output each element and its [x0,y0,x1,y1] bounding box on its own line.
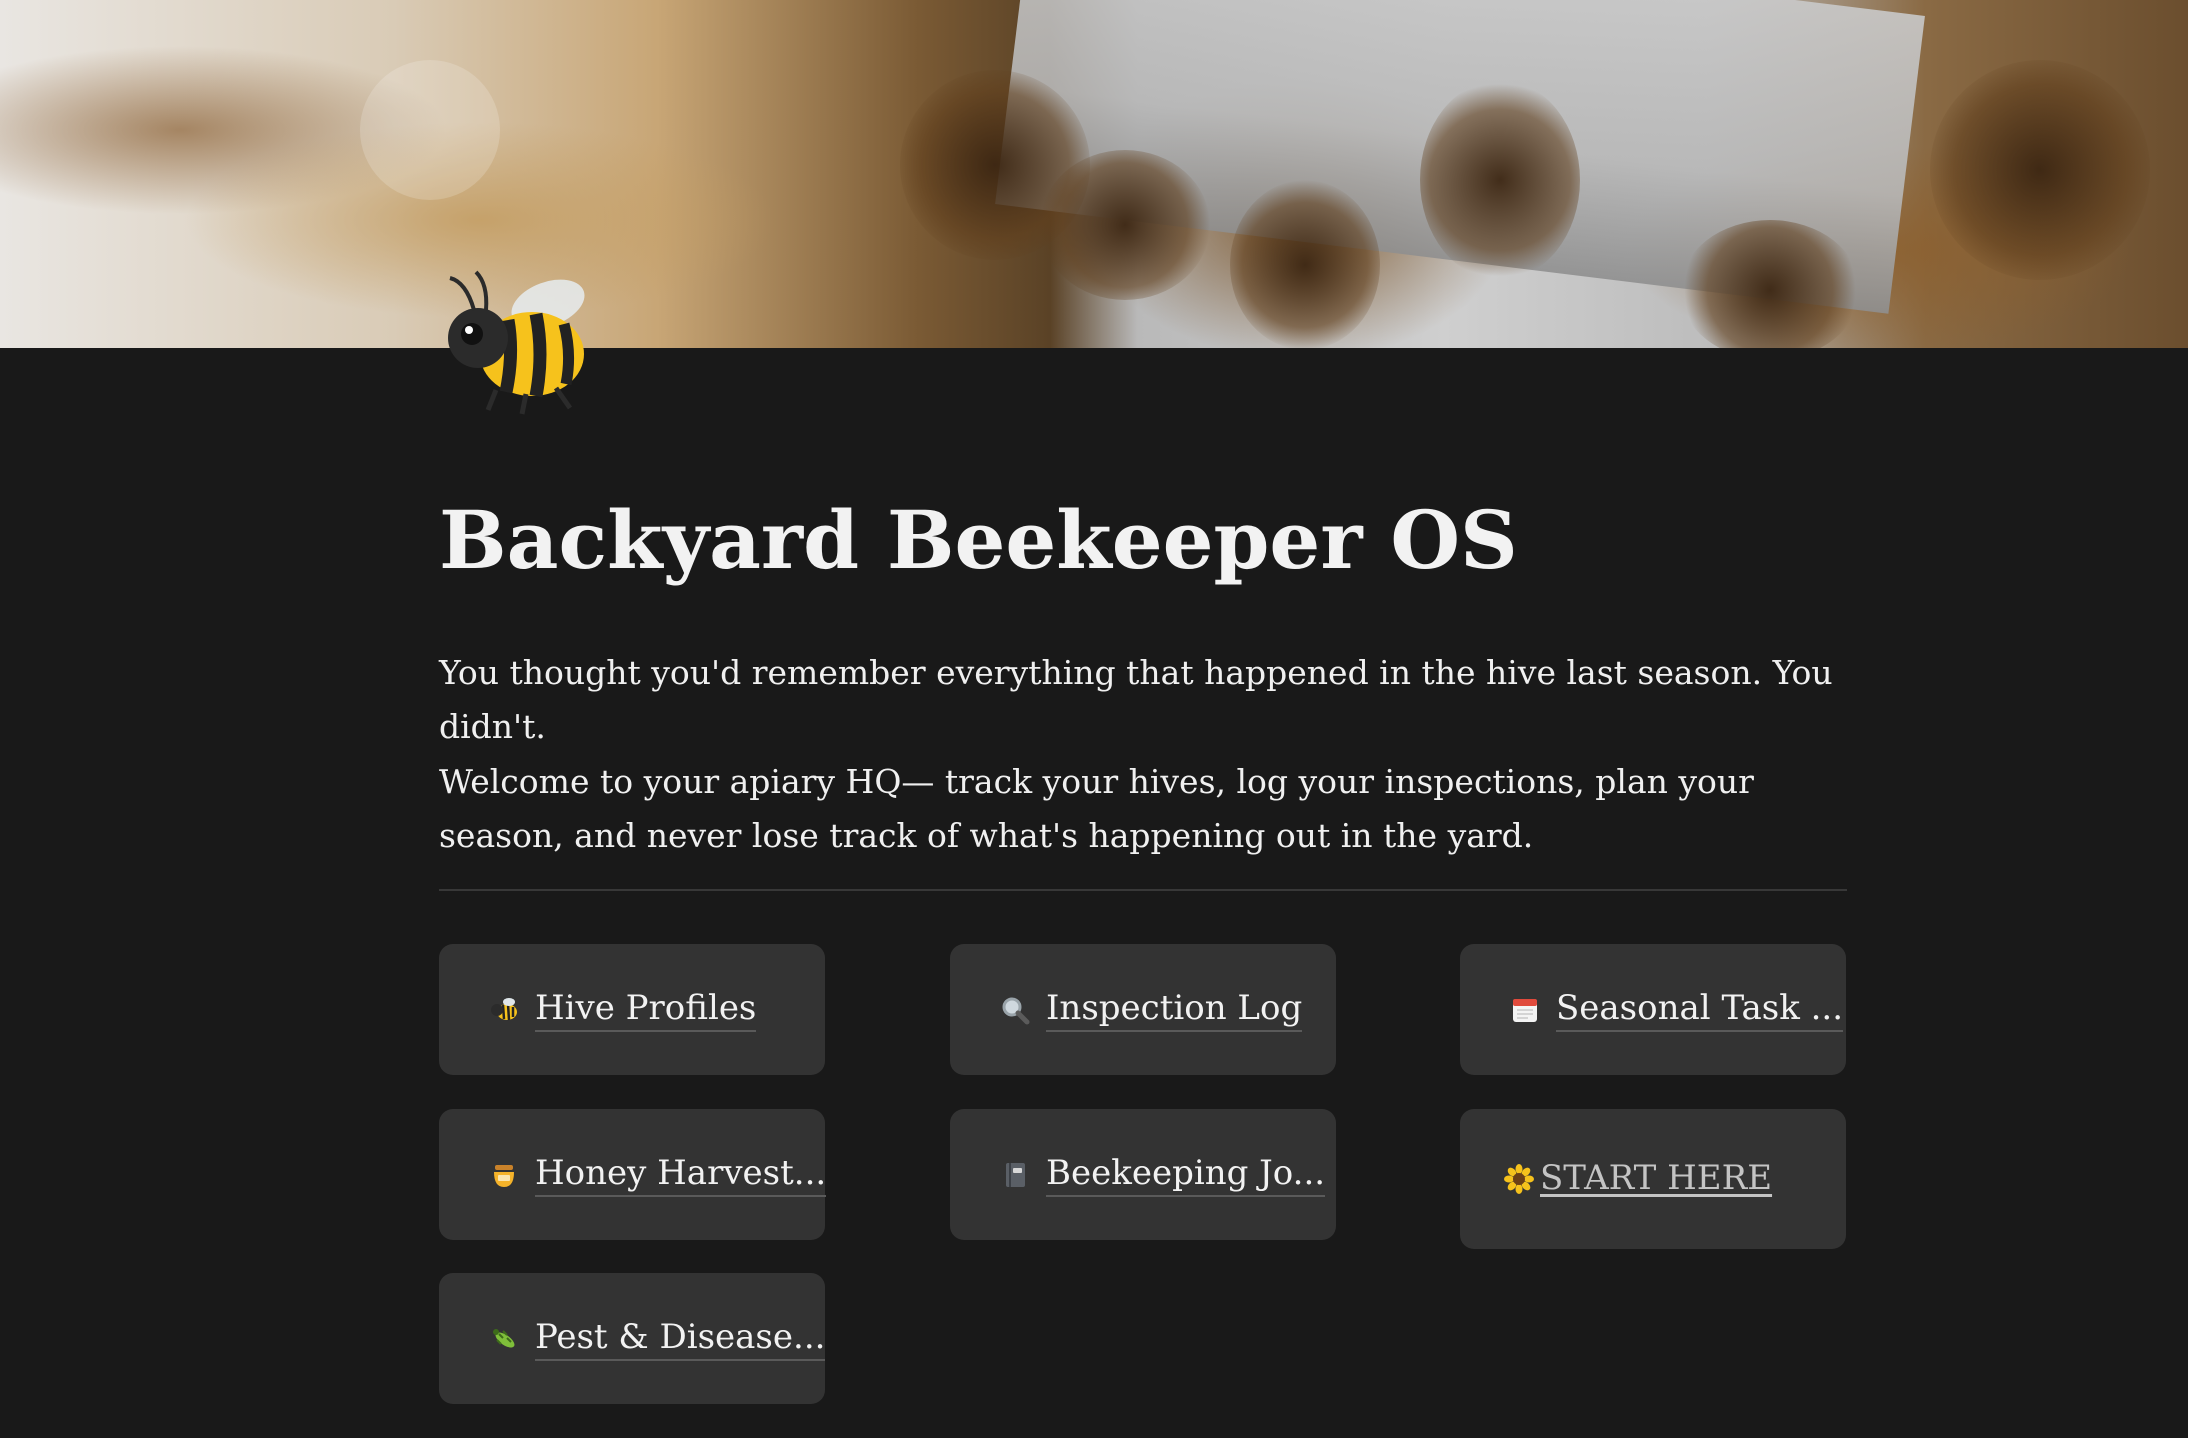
bokeh-light [360,60,500,200]
bee-blur [1420,80,1580,280]
link-beekeeping-journal[interactable]: Beekeeping Jo... [950,1109,1336,1240]
link-label: Hive Profiles [535,988,757,1032]
sunflower-icon [1504,1164,1534,1194]
link-label: Pest & Disease... [535,1317,826,1361]
link-honey-harvest[interactable]: Honey Harvest... [439,1109,827,1240]
honey-pot-icon [494,1164,514,1187]
link-hive-profiles[interactable]: Hive Profiles [439,944,825,1075]
bug-icon [493,1328,515,1348]
welcome-paragraph: Welcome to your apiary HQ— track your hi… [439,762,1754,855]
bee-icon [491,997,517,1020]
magnifier-icon [1002,997,1030,1024]
bee-blur [1680,220,1860,348]
bee-page-icon[interactable] [436,262,596,422]
notebook-icon [1006,1162,1025,1187]
link-label: Honey Harvest... [535,1153,827,1197]
bee-blur [1040,150,1210,300]
link-pest-disease[interactable]: Pest & Disease... [439,1273,826,1404]
link-start-here[interactable]: START HERE [1460,1109,1846,1249]
start-here-link[interactable]: START HERE [1540,1158,1772,1200]
calendar-icon [1513,998,1537,1022]
link-seasonal-tasks[interactable]: Seasonal Task ... [1460,944,1846,1075]
intro-paragraph: You thought you'd remember everything th… [439,653,1833,746]
page-title: Backyard Beekeeper OS [439,493,1518,587]
divider [439,889,1847,891]
link-inspection-log[interactable]: Inspection Log [950,944,1336,1075]
link-label: Seasonal Task ... [1556,988,1844,1032]
bee-blur [1930,60,2150,280]
bee-blur [1230,180,1380,348]
cover-image [0,0,2188,348]
link-label: Beekeeping Jo... [1046,1153,1326,1197]
link-label: Inspection Log [1046,988,1303,1032]
